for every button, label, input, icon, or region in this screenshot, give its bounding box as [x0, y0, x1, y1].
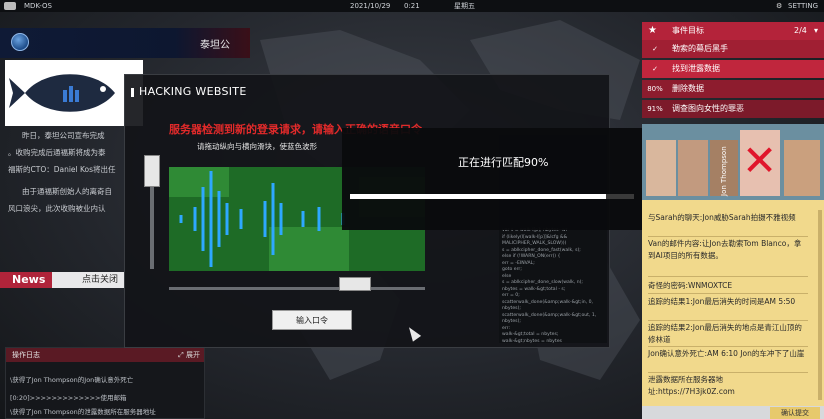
match-progress-fill: [350, 194, 606, 199]
note-item: 追踪的结果2:Jon最后消失的地点是青江山顶的修林道: [648, 323, 802, 344]
horizontal-slider-track[interactable]: [169, 287, 425, 290]
star-icon: ★: [648, 25, 657, 36]
objective-item: ✓ 找到泄露数据: [642, 60, 824, 78]
code-line: walk-&gt;nbytes = nbytes: [502, 338, 562, 344]
objective-label: 调查图向女性的罪恶: [672, 104, 744, 113]
title-marker: [131, 88, 134, 97]
horizontal-slider-thumb[interactable]: [339, 277, 371, 291]
expand-button[interactable]: ⤢ 展开: [178, 348, 200, 362]
portrait-image: [784, 140, 820, 196]
note-item: Van的邮件内容:让Jon去勒索Tom Blanco，拿到AI项目的所有数据。: [648, 239, 802, 260]
log-header: 操作日志 ⤢ 展开: [6, 348, 204, 362]
match-progress-bar: [350, 194, 634, 199]
notes-footer: 确认提交: [642, 406, 824, 419]
log-line: [0:20]>>>>>>>>>>>>>使用邮箱: [10, 394, 127, 402]
suspect-photos: Jon Thompson ✕: [642, 124, 824, 200]
close-news-button[interactable]: 点击关闭: [52, 272, 124, 288]
log-line: \获得了Jon Thompson的泄露数据所在服务器地址: [10, 408, 156, 416]
notes-panel: 与Sarah的聊天:Jon威胁Sarah拍摄不雅视频 Van的邮件内容:让Jon…: [642, 200, 824, 406]
news-headline: 泰坦公: [200, 40, 230, 51]
weekday: 星期五: [454, 2, 475, 10]
note-item: 奇怪的密码:WNMOXTCE: [648, 281, 733, 290]
chevron-down-icon[interactable]: ▾: [814, 22, 818, 40]
progress-badge: 80%: [647, 85, 663, 93]
divider: [648, 236, 808, 237]
log-line: \获得了Jon Thompson的Jon确认意外死亡: [10, 376, 134, 384]
divider: [648, 276, 808, 277]
note-item: 与Sarah的聊天:Jon威胁Sarah拍摄不雅视频: [648, 213, 796, 222]
expand-label: 展开: [186, 351, 200, 359]
photo-name-label: Jon Thompson: [720, 146, 728, 196]
match-overlay: 正在进行匹配90%: [342, 128, 642, 230]
divider: [648, 293, 808, 294]
objective-label: 找到泄露数据: [672, 64, 720, 73]
objectives-header: ★ 事件目标 2/4 ▾: [642, 22, 824, 40]
code-line: scatterwalk_done(&amp;walk-&gt;out, 1, n…: [502, 312, 597, 325]
objective-label: 勒索的幕后黑手: [672, 44, 728, 53]
divider: [648, 346, 808, 347]
vertical-slider-thumb[interactable]: [144, 155, 160, 187]
fish-icon: [9, 74, 115, 112]
system-top-bar: MDK-OS 2021/10/29 0:21 星期五 SETTING ⚙: [0, 0, 824, 12]
log-title: 操作日志: [12, 351, 40, 359]
date: 2021/10/29: [350, 2, 391, 10]
fish-logo-image: [5, 60, 143, 126]
deceased-cross-icon: ✕: [742, 136, 778, 185]
objectives-title: 事件目标: [672, 26, 704, 35]
time: 0:21: [404, 2, 420, 10]
progress-badge: 91%: [647, 105, 663, 113]
note-item: Jon确认意外死亡:AM 6:10 Jon的车冲下了山崖: [648, 349, 805, 358]
news-tag: News: [0, 272, 52, 288]
gear-icon[interactable]: ⚙: [776, 0, 782, 12]
input-passphrase-button[interactable]: 输入口令: [272, 310, 352, 330]
os-name: MDK-OS: [24, 2, 52, 10]
operation-log: 操作日志 ⤢ 展开 \获得了Jon Thompson的Jon确认意外死亡 [0:…: [5, 347, 205, 419]
divider: [648, 372, 808, 373]
divider: [648, 320, 808, 321]
portrait-image: [678, 140, 708, 196]
globe-icon: [11, 33, 29, 51]
note-item: 泄露数据所在服务器地址:https://7H3jk0Z.com: [648, 375, 735, 396]
objective-item: ✓ 勒索的幕后黑手: [642, 40, 824, 58]
os-logo-icon: [4, 2, 16, 10]
submit-button[interactable]: 确认提交: [770, 407, 820, 419]
objectives-count: 2/4: [794, 26, 807, 35]
objective-item: 91% 调查图向女性的罪恶: [642, 100, 824, 118]
code-line: scatterwalk_done(&amp;walk-&gt;in, 0, nb…: [502, 299, 593, 312]
setting-button[interactable]: SETTING: [788, 0, 818, 12]
objectives-panel: ★ 事件目标 2/4 ▾ ✓ 勒索的幕后黑手 ✓ 找到泄露数据 80% 删除数据…: [642, 22, 824, 120]
instruction-text: 请拖动纵向与横向滑块，使蓝色波形: [197, 142, 317, 151]
check-icon: ✓: [652, 65, 658, 73]
objective-label: 删除数据: [672, 84, 704, 93]
scrollbar[interactable]: [818, 210, 822, 400]
desktop: MDK-OS 2021/10/29 0:21 星期五 SETTING ⚙ 泰坦公…: [0, 0, 824, 419]
hacking-title: HACKING WEBSITE: [139, 85, 247, 98]
portrait-image: [646, 140, 676, 196]
news-header: 泰坦公: [0, 28, 250, 58]
note-item: 追踪的结果1:Jon最后消失的时间是AM 5:50: [648, 297, 796, 306]
check-icon: ✓: [652, 45, 658, 53]
objective-item: 80% 删除数据: [642, 80, 824, 98]
match-status: 正在进行匹配90%: [458, 156, 549, 169]
